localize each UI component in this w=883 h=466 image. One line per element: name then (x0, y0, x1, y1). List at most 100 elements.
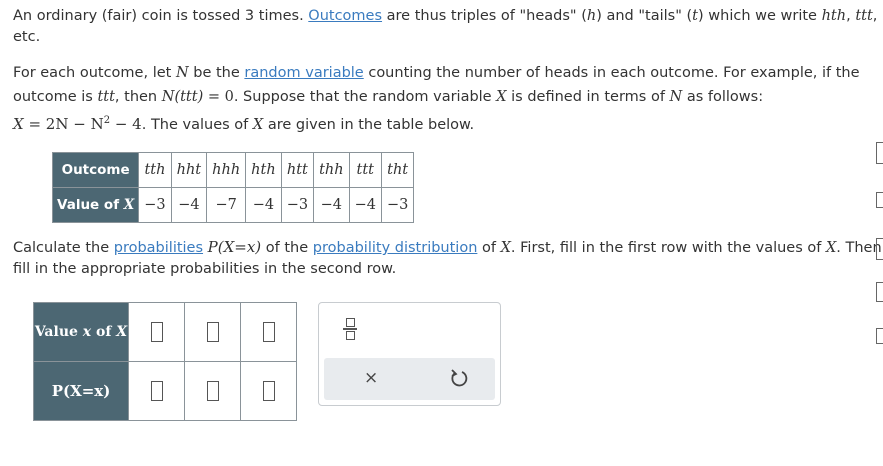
var-N: N (175, 65, 189, 81)
answer-prob-header: P(X=x) (33, 361, 129, 421)
instruction-text: of (477, 240, 501, 256)
fraction-icon[interactable] (343, 318, 357, 340)
heads-symbol: h (586, 8, 597, 24)
outcome-cell: hhh (206, 152, 247, 188)
example-ttt: ttt (855, 8, 873, 24)
instruction-text: . Then (836, 240, 882, 256)
intro-text: , (872, 8, 878, 24)
intro-text: etc. (13, 29, 41, 45)
var-x: x (82, 324, 92, 340)
intro-text: are thus triples of "heads" ( (382, 8, 587, 24)
intro-text: ) and "tails" ( (596, 8, 693, 24)
clipped-edge-element (876, 238, 883, 260)
intro-text: , (846, 8, 856, 24)
value-header: Value of X (51, 187, 140, 223)
clipped-edge-element (876, 328, 883, 344)
outcome-cell: tht (380, 152, 415, 188)
n-of-ttt: N(ttt) (161, 89, 204, 105)
equals-zero: = 0 (203, 89, 234, 105)
definition-text: , then (114, 89, 162, 105)
answer-table: Value x of X P(X=x) (33, 302, 297, 421)
formula-lhs: X (13, 115, 24, 133)
value-cell: −3 (380, 187, 415, 223)
definition-text: as follows: (682, 89, 764, 105)
value-input[interactable] (262, 322, 275, 342)
instruction-text: fill in the appropriate probabilities in… (13, 261, 397, 277)
var-X: X (123, 197, 135, 213)
outcomes-table: Outcome tth hht hhh hth htt thh ttt tht … (51, 152, 415, 223)
prob-input-cell[interactable] (184, 361, 241, 421)
var-X: X (500, 240, 511, 256)
action-bar: × (324, 358, 495, 400)
definition-text: is defined in terms of (506, 89, 670, 105)
clear-button[interactable]: × (364, 368, 378, 388)
answer-prob-row: P(X=x) (33, 361, 297, 421)
probability-expression: P(X=x) (207, 238, 262, 256)
value-row: Value of X −3 −4 −7 −4 −3 −4 −4 −3 (51, 187, 415, 223)
outcome-cell: ttt (348, 152, 382, 188)
definition-text: be the (188, 65, 245, 81)
value-input-cell[interactable] (184, 302, 241, 362)
value-cell: −7 (206, 187, 247, 223)
prob-input-cell[interactable] (128, 361, 185, 421)
definition-text: outcome is (13, 89, 98, 105)
var-X: X (116, 324, 128, 340)
outcome-row: Outcome tth hht hhh hth htt thh ttt tht (51, 152, 415, 188)
value-input-cell[interactable] (128, 302, 185, 362)
example-ttt: ttt (97, 89, 115, 105)
definition-text: counting the number of heads in each out… (363, 65, 860, 81)
probability-distribution-link[interactable]: probability distribution (313, 240, 478, 256)
math-toolbox: × (318, 302, 501, 406)
outcome-cell: htt (280, 152, 315, 188)
value-cell: −4 (313, 187, 350, 223)
clipped-edge-element (876, 282, 883, 302)
definition-text: For each outcome, let (13, 65, 176, 81)
formula: X = 2N − N2 − 4 (13, 115, 142, 133)
instruction-paragraph: Calculate the probabilities P(X=x) of th… (13, 237, 882, 280)
probabilities-link[interactable]: probabilities (114, 240, 203, 256)
value-cell: −4 (245, 187, 282, 223)
answer-value-row: Value x of X (33, 302, 297, 362)
definition-paragraph: For each outcome, let N be the random va… (13, 61, 867, 137)
outcome-header: Outcome (51, 152, 140, 188)
prob-input[interactable] (150, 381, 163, 401)
var-X: X (252, 117, 264, 133)
example-hth: hth (821, 8, 847, 24)
instruction-text: of the (261, 240, 313, 256)
formula-tail: − 4 (110, 115, 142, 133)
definition-text: are given in the table below. (263, 117, 475, 133)
intro-text: An ordinary (fair) coin is tossed 3 time… (13, 8, 309, 24)
clipped-edge-element (876, 192, 883, 208)
clipped-edge-element (876, 142, 883, 164)
definition-text: . Suppose that the random variable (233, 89, 497, 105)
prob-input[interactable] (262, 381, 275, 401)
value-header-label: Value of (57, 197, 124, 213)
var-X: X (825, 240, 837, 256)
var-N: N (669, 89, 683, 105)
formula-rhs: = 2N − N (23, 115, 104, 133)
value-input-cell[interactable] (240, 302, 297, 362)
value-cell: −4 (348, 187, 382, 223)
intro-paragraph: An ordinary (fair) coin is tossed 3 time… (13, 6, 877, 48)
value-input[interactable] (206, 322, 219, 342)
prob-input[interactable] (206, 381, 219, 401)
outcome-cell: tth (138, 152, 172, 188)
answer-value-header: Value x of X (33, 302, 129, 362)
value-input[interactable] (150, 322, 163, 342)
answer-value-header-label: of (91, 324, 117, 340)
outcomes-link[interactable]: Outcomes (308, 8, 382, 24)
instruction-text: . First, fill in the first row with the … (510, 240, 826, 256)
answer-value-header-label: Value (34, 324, 83, 340)
prob-input-cell[interactable] (240, 361, 297, 421)
outcome-cell: thh (313, 152, 350, 188)
intro-text: ) which we write (698, 8, 822, 24)
random-variable-link[interactable]: random variable (244, 65, 363, 81)
outcome-cell: hht (170, 152, 208, 188)
outcome-cell: hth (245, 152, 282, 188)
instruction-text: Calculate the (13, 240, 114, 256)
value-cell: −4 (170, 187, 208, 223)
value-cell: −3 (280, 187, 315, 223)
definition-text: . The values of (141, 117, 253, 133)
undo-icon[interactable] (449, 367, 469, 389)
var-X: X (496, 89, 507, 105)
